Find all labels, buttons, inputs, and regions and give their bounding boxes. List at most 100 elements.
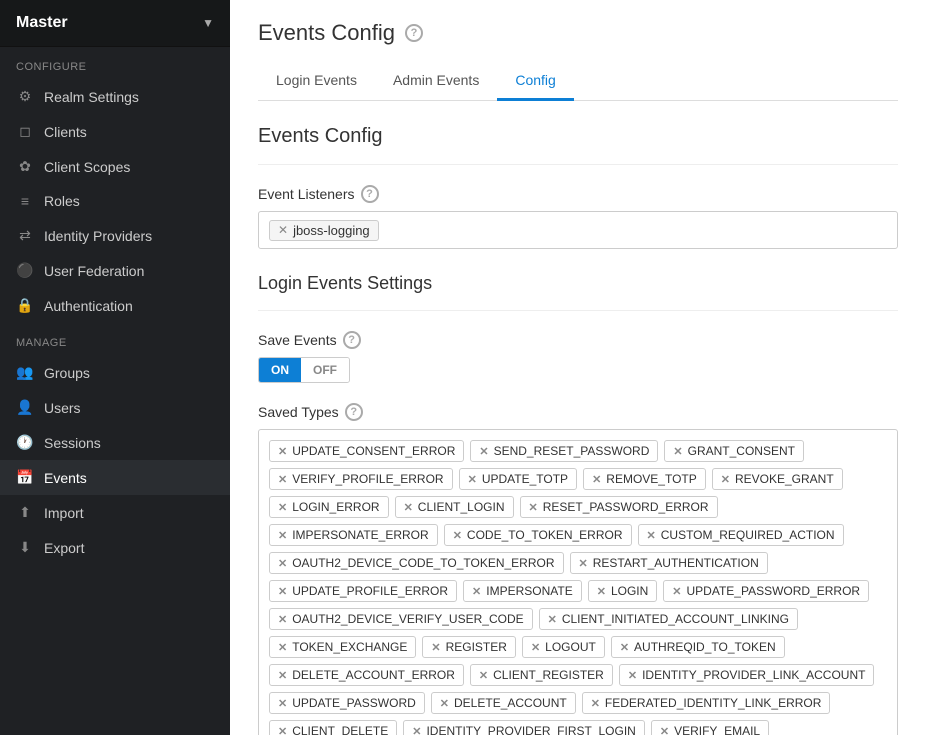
remove-saved-type-30[interactable]: ✕ [591,697,600,710]
remove-saved-type-11[interactable]: ✕ [453,529,462,542]
page-header: Events Config ? [258,20,898,46]
tab-login-events[interactable]: Login Events [258,62,375,101]
saved-type-tags: ✕ UPDATE_CONSENT_ERROR ✕ SEND_RESET_PASS… [269,440,887,735]
sidebar-item-import[interactable]: ⬆ Import [0,495,230,530]
remove-saved-type-13[interactable]: ✕ [278,557,287,570]
saved-type-label-20: CLIENT_INITIATED_ACCOUNT_LINKING [562,612,789,626]
remove-saved-type-6[interactable]: ✕ [721,473,730,486]
saved-type-label-3: VERIFY_PROFILE_ERROR [292,472,443,486]
remove-saved-type-25[interactable]: ✕ [278,669,287,682]
event-listeners-help[interactable]: ? [361,185,379,203]
saved-type-label-2: GRANT_CONSENT [688,444,795,458]
toggle-off[interactable]: OFF [301,358,349,382]
remove-saved-type-8[interactable]: ✕ [404,501,413,514]
toggle-on[interactable]: ON [259,358,301,382]
sidebar-label-users: Users [44,400,81,416]
realm-name: Master [16,14,68,32]
remove-saved-type-2[interactable]: ✕ [673,445,682,458]
remove-saved-type-32[interactable]: ✕ [412,725,421,735]
manage-nav: 👥 Groups 👤 Users 🕐 Sessions 📅 Events ⬆ I… [0,355,230,565]
remove-saved-type-26[interactable]: ✕ [479,669,488,682]
sidebar-icon-events: 📅 [16,469,34,486]
remove-saved-type-9[interactable]: ✕ [529,501,538,514]
remove-saved-type-21[interactable]: ✕ [278,641,287,654]
sidebar-icon-authentication: 🔒 [16,297,34,314]
remove-saved-type-15[interactable]: ✕ [278,585,287,598]
sidebar-item-roles[interactable]: ≡ Roles [0,184,230,218]
configure-section-label: Configure [0,47,230,79]
saved-type-tag-2: ✕ GRANT_CONSENT [664,440,804,462]
remove-saved-type-1[interactable]: ✕ [479,445,488,458]
saved-type-label-21: TOKEN_EXCHANGE [292,640,407,654]
remove-saved-type-20[interactable]: ✕ [548,613,557,626]
sidebar-item-clients[interactable]: ◻ Clients [0,114,230,149]
save-events-help[interactable]: ? [343,331,361,349]
saved-type-tag-3: ✕ VERIFY_PROFILE_ERROR [269,468,453,490]
remove-tag-jboss-logging[interactable]: ✕ [278,223,288,237]
remove-saved-type-17[interactable]: ✕ [597,585,606,598]
remove-saved-type-4[interactable]: ✕ [468,473,477,486]
remove-saved-type-27[interactable]: ✕ [628,669,637,682]
sidebar-item-groups[interactable]: 👥 Groups [0,355,230,390]
sidebar-item-export[interactable]: ⬇ Export [0,530,230,565]
saved-type-tag-1: ✕ SEND_RESET_PASSWORD [470,440,658,462]
remove-saved-type-12[interactable]: ✕ [647,529,656,542]
remove-saved-type-23[interactable]: ✕ [531,641,540,654]
saved-type-label-14: RESTART_AUTHENTICATION [593,556,759,570]
saved-type-label-23: LOGOUT [545,640,596,654]
remove-saved-type-3[interactable]: ✕ [278,473,287,486]
sidebar-item-sessions[interactable]: 🕐 Sessions [0,425,230,460]
login-settings-title: Login Events Settings [258,273,898,294]
remove-saved-type-18[interactable]: ✕ [672,585,681,598]
sidebar-label-groups: Groups [44,365,90,381]
saved-type-tag-14: ✕ RESTART_AUTHENTICATION [570,552,768,574]
sidebar-item-authentication[interactable]: 🔒 Authentication [0,288,230,323]
remove-saved-type-28[interactable]: ✕ [278,697,287,710]
remove-saved-type-22[interactable]: ✕ [431,641,440,654]
saved-type-tag-28: ✕ UPDATE_PASSWORD [269,692,425,714]
saved-type-tag-24: ✕ AUTHREQID_TO_TOKEN [611,636,785,658]
saved-types-help[interactable]: ? [345,403,363,421]
event-listeners-input[interactable]: ✕ jboss-logging [258,211,898,249]
sidebar-label-identity-providers: Identity Providers [44,228,152,244]
remove-saved-type-19[interactable]: ✕ [278,613,287,626]
sidebar-label-export: Export [44,540,84,556]
sidebar-item-realm-settings[interactable]: ⚙ Realm Settings [0,79,230,114]
sidebar-item-users[interactable]: 👤 Users [0,390,230,425]
saved-type-tag-27: ✕ IDENTITY_PROVIDER_LINK_ACCOUNT [619,664,875,686]
save-events-label: Save Events ? [258,331,898,349]
saved-type-tag-10: ✕ IMPERSONATE_ERROR [269,524,438,546]
remove-saved-type-5[interactable]: ✕ [592,473,601,486]
tab-admin-events[interactable]: Admin Events [375,62,497,101]
sidebar-item-user-federation[interactable]: ⚫ User Federation [0,253,230,288]
login-settings-divider [258,310,898,311]
sidebar-label-user-federation: User Federation [44,263,144,279]
remove-saved-type-10[interactable]: ✕ [278,529,287,542]
remove-saved-type-29[interactable]: ✕ [440,697,449,710]
sidebar-label-clients: Clients [44,124,87,140]
remove-saved-type-24[interactable]: ✕ [620,641,629,654]
remove-saved-type-16[interactable]: ✕ [472,585,481,598]
sidebar-icon-identity-providers: ⇄ [16,227,34,244]
tab-config[interactable]: Config [497,62,573,101]
sidebar-label-client-scopes: Client Scopes [44,159,130,175]
saved-type-label-29: DELETE_ACCOUNT [454,696,567,710]
sidebar-item-client-scopes[interactable]: ✿ Client Scopes [0,149,230,184]
saved-type-label-5: REMOVE_TOTP [606,472,696,486]
saved-type-tag-21: ✕ TOKEN_EXCHANGE [269,636,416,658]
saved-type-tag-33: ✕ VERIFY_EMAIL [651,720,769,735]
remove-saved-type-31[interactable]: ✕ [278,725,287,735]
remove-saved-type-7[interactable]: ✕ [278,501,287,514]
save-events-toggle[interactable]: ON OFF [258,357,350,383]
remove-saved-type-33[interactable]: ✕ [660,725,669,735]
sidebar-label-sessions: Sessions [44,435,101,451]
remove-saved-type-14[interactable]: ✕ [579,557,588,570]
sidebar-item-identity-providers[interactable]: ⇄ Identity Providers [0,218,230,253]
remove-saved-type-0[interactable]: ✕ [278,445,287,458]
saved-type-label-0: UPDATE_CONSENT_ERROR [292,444,455,458]
page-help-icon[interactable]: ? [405,24,423,42]
realm-selector[interactable]: Master ▼ [0,0,230,47]
saved-type-label-31: CLIENT_DELETE [292,724,388,735]
main-content: Events Config ? Login EventsAdmin Events… [230,0,926,735]
sidebar-item-events[interactable]: 📅 Events [0,460,230,495]
